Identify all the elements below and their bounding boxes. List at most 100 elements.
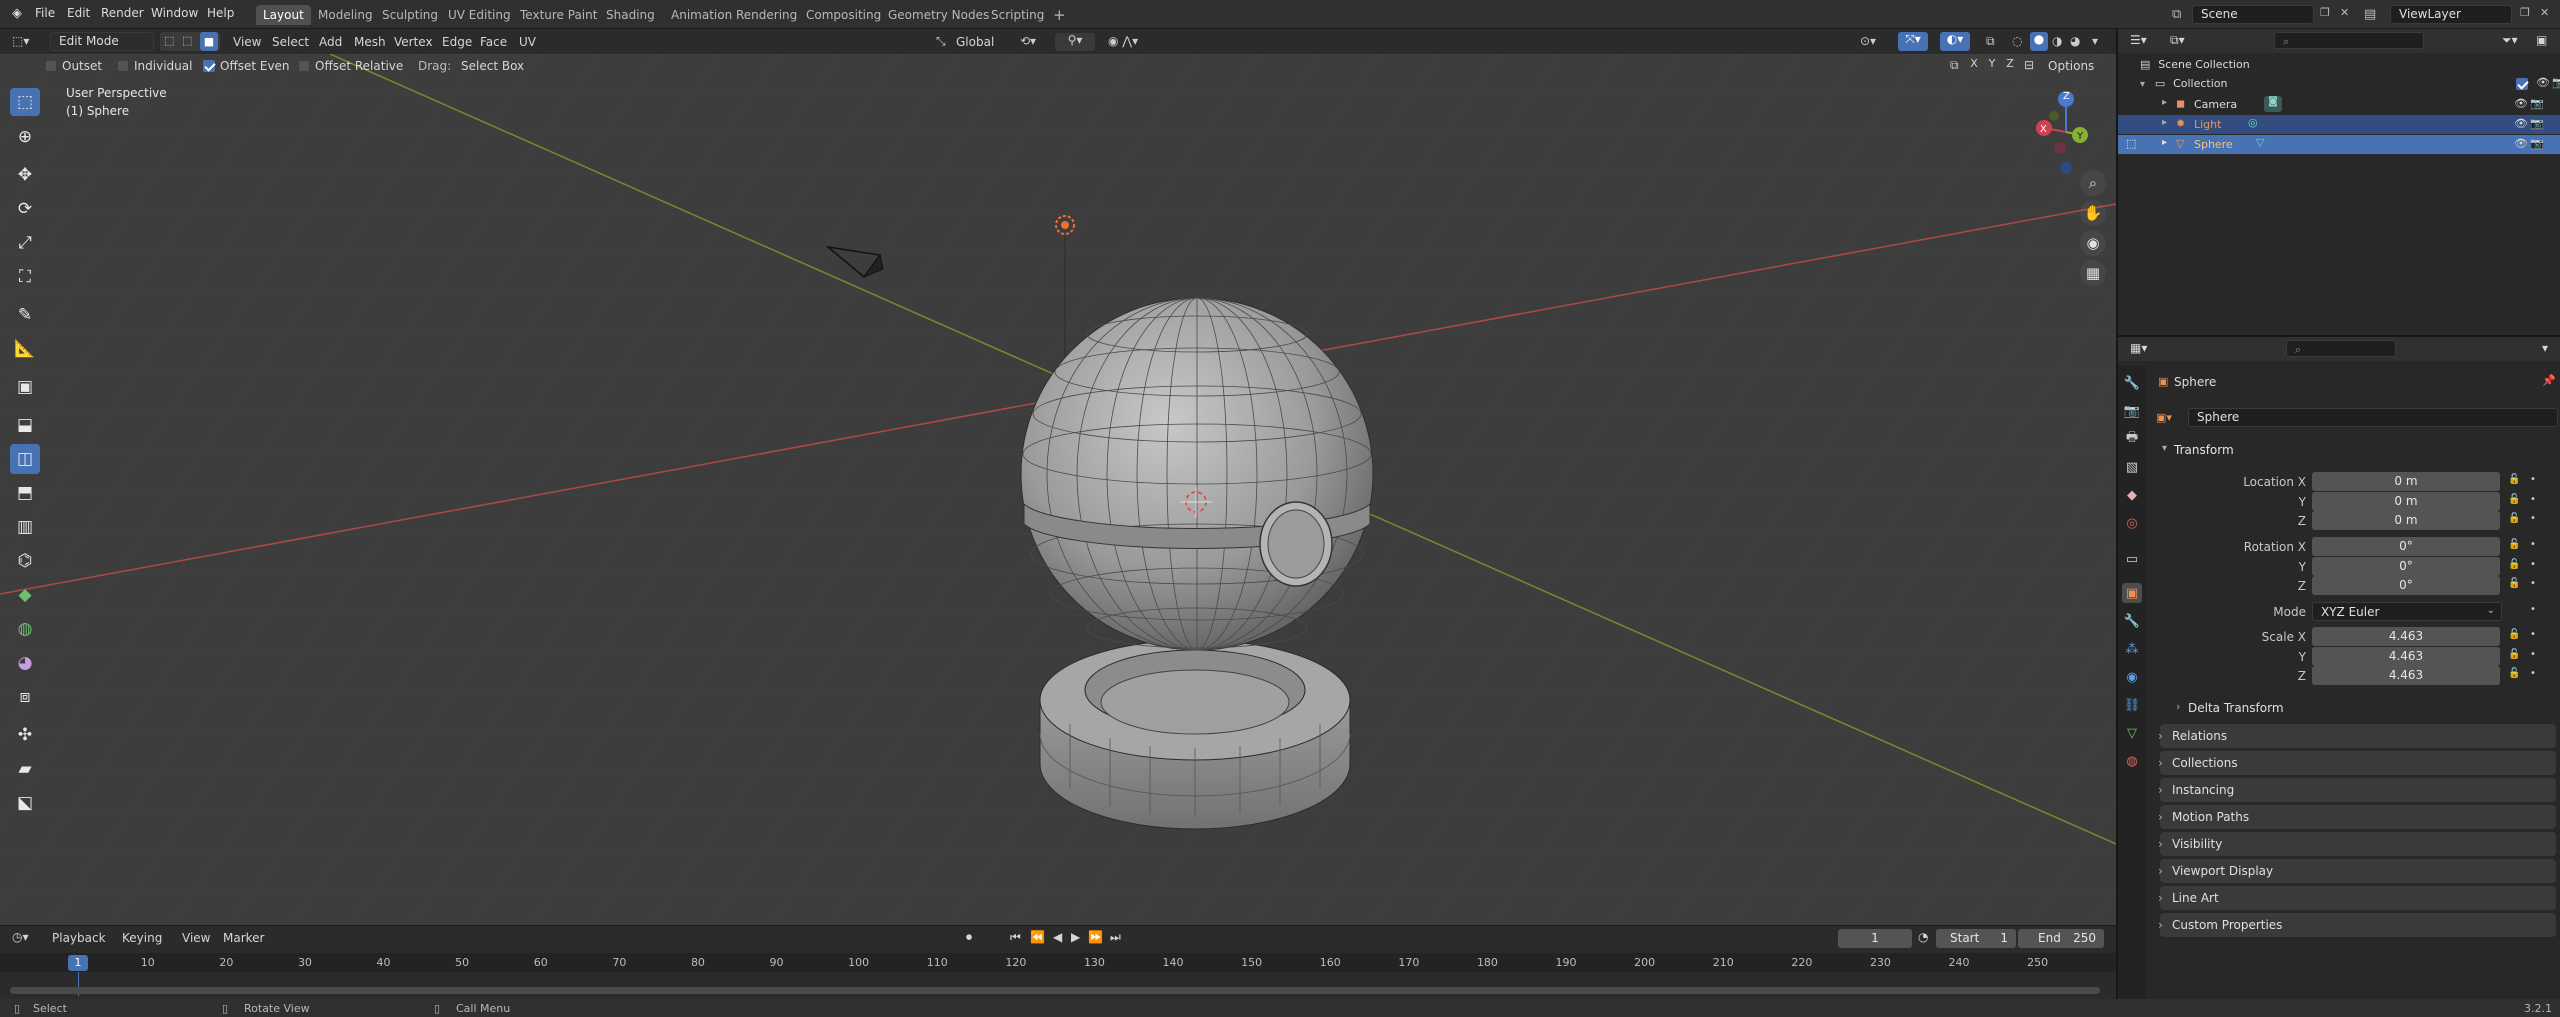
workspace-tab-animation[interactable]: Animation <box>664 5 739 25</box>
menu-help[interactable]: Help <box>207 6 234 20</box>
lock-icon[interactable]: 🔓 <box>2508 668 2520 679</box>
workspace-tab-rendering[interactable]: Rendering <box>729 5 804 25</box>
select-box-tool-icon[interactable]: ⬚ <box>10 88 40 116</box>
extrude-tool-icon[interactable]: ⬓ <box>10 410 40 440</box>
lock-icon[interactable]: 🔓 <box>2508 649 2520 660</box>
panel-custom-properties[interactable]: Custom Properties <box>2158 913 2556 937</box>
keyframe-dot-icon[interactable]: • <box>2530 649 2536 660</box>
workspace-tab-sculpting[interactable]: Sculpting <box>375 5 445 25</box>
camera-data-icon[interactable]: ◙ <box>2264 96 2282 112</box>
keyframe-dot-icon[interactable]: • <box>2530 559 2536 570</box>
outliner-search-input[interactable]: ⌕ <box>2274 32 2424 49</box>
keyframe-dot-icon[interactable]: • <box>2530 494 2536 505</box>
menu-view[interactable]: View <box>233 35 261 49</box>
scene-icon[interactable]: ⧉ <box>2172 7 2181 22</box>
spin-tool-icon[interactable]: ◍ <box>10 614 40 644</box>
annotate-tool-icon[interactable]: ✎ <box>10 300 40 330</box>
keyframe-dot-icon[interactable]: • <box>2530 513 2536 524</box>
scene-tab-icon[interactable]: ◆ <box>2122 485 2142 505</box>
timeline-menu-marker[interactable]: Marker <box>223 931 264 945</box>
constraints-tab-icon[interactable]: ⛓ <box>2122 695 2142 715</box>
collection-visibility-icon[interactable]: 👁 <box>2536 76 2550 89</box>
camera-view-icon[interactable]: ◉ <box>2080 230 2106 256</box>
lock-icon[interactable]: 🔓 <box>2508 513 2520 524</box>
play-reverse-icon[interactable]: ◀ <box>1053 930 1062 944</box>
knife-tool-icon[interactable]: ⌬ <box>10 546 40 576</box>
view-layer-tab-icon[interactable]: ▧ <box>2122 457 2142 477</box>
smooth-tool-icon[interactable]: ◕ <box>10 648 40 678</box>
lock-icon[interactable]: 🔓 <box>2508 474 2520 485</box>
menu-face[interactable]: Face <box>480 35 507 49</box>
edit-mode-icon[interactable]: ⬚ <box>2126 137 2136 150</box>
options-menu[interactable]: Options <box>2048 59 2094 73</box>
menu-select[interactable]: Select <box>272 35 309 49</box>
close-view-layer-icon[interactable]: ✕ <box>2540 6 2549 19</box>
camera-visibility-icon[interactable]: 👁 <box>2514 97 2528 110</box>
modifier-tab-icon[interactable]: 🔧 <box>2122 611 2142 631</box>
collection-enabled-checkbox[interactable] <box>2516 78 2528 90</box>
collection-tab-icon[interactable]: ▭ <box>2122 549 2142 569</box>
keyframe-dot-icon[interactable]: • <box>2530 629 2536 640</box>
pan-hand-icon[interactable]: ✋ <box>2080 200 2106 226</box>
transform-tool-icon[interactable]: ⛶ <box>10 262 40 292</box>
collection-expand-icon[interactable]: ▾ <box>2140 79 2145 90</box>
panel-line-art[interactable]: Line Art <box>2158 886 2556 910</box>
prev-keyframe-icon[interactable]: ⏪ <box>1030 930 1045 944</box>
light-render-icon[interactable]: 📷 <box>2530 117 2544 130</box>
workspace-tab-scripting[interactable]: Scripting <box>984 5 1051 25</box>
menu-window[interactable]: Window <box>151 6 198 20</box>
rotation-mode-dropdown[interactable]: XYZ Euler ⌄ <box>2312 602 2502 621</box>
expand-sphere-icon[interactable]: ▸ <box>2162 137 2167 148</box>
lock-icon[interactable]: 🔓 <box>2508 539 2520 550</box>
menu-render[interactable]: Render <box>101 6 144 20</box>
end-frame-field[interactable]: End 250 <box>2018 929 2104 948</box>
workspace-tab-layout[interactable]: Layout <box>256 5 311 25</box>
shear-tool-icon[interactable]: ▰ <box>10 754 40 784</box>
pin-icon[interactable]: 📌 <box>2542 374 2556 387</box>
workspace-tab-uv-editing[interactable]: UV Editing <box>441 5 518 25</box>
workspace-tab-texture-paint[interactable]: Texture Paint <box>513 5 604 25</box>
workspace-tab-modeling[interactable]: Modeling <box>311 5 380 25</box>
keyframe-dot-icon[interactable]: • <box>2530 668 2536 679</box>
menu-edge[interactable]: Edge <box>442 35 472 49</box>
bevel-tool-icon[interactable]: ⬒ <box>10 478 40 508</box>
zoom-icon[interactable]: ⌕ <box>2080 170 2106 196</box>
shading-options-icon[interactable]: ▾ <box>2092 34 2098 48</box>
offset-even-checkbox[interactable] <box>203 60 215 72</box>
jump-end-icon[interactable]: ⏭ <box>1110 930 1121 945</box>
edge-slide-tool-icon[interactable]: ⧈ <box>10 682 40 712</box>
gizmo-toggle-icon[interactable]: ⤧▾ <box>1898 32 1928 51</box>
panel-collections[interactable]: Collections <box>2158 751 2556 775</box>
keyframe-dot-icon[interactable]: • <box>2530 578 2536 589</box>
expand-camera-icon[interactable]: ▸ <box>2162 97 2167 108</box>
individual-checkbox[interactable] <box>117 60 129 72</box>
tool-tab-icon[interactable]: 🔧 <box>2122 373 2142 393</box>
outliner-editor-type-icon[interactable]: ☰▾ <box>2130 33 2147 47</box>
location-x-field[interactable]: 0 m <box>2312 472 2500 491</box>
lock-icon[interactable]: 🔓 <box>2508 559 2520 570</box>
properties-editor-type-icon[interactable]: ▦▾ <box>2130 341 2147 355</box>
workspace-tab-shading[interactable]: Shading <box>599 5 662 25</box>
keyframe-dot-icon[interactable]: • <box>2530 604 2536 615</box>
light-visibility-icon[interactable]: 👁 <box>2514 117 2528 130</box>
output-tab-icon[interactable]: 🖶 <box>2122 429 2142 449</box>
close-scene-icon[interactable]: ✕ <box>2340 6 2349 19</box>
lock-icon[interactable]: 🔓 <box>2508 494 2520 505</box>
record-icon[interactable]: ⏺ <box>966 930 972 945</box>
vertex-select-icon[interactable]: ⬚ <box>164 34 180 49</box>
scale-z-field[interactable]: 4.463 <box>2312 666 2500 685</box>
loop-cut-tool-icon[interactable]: ▥ <box>10 512 40 542</box>
copy-view-layer-icon[interactable]: ❐ <box>2520 6 2530 19</box>
location-z-field[interactable]: 0 m <box>2312 511 2500 530</box>
material-shading-icon[interactable]: ◑ <box>2052 34 2062 48</box>
view-layer-selector[interactable]: ViewLayer <box>2390 5 2512 24</box>
wireframe-shading-icon[interactable]: ◌ <box>2012 34 2022 48</box>
cursor-tool-icon[interactable]: ⊕ <box>10 122 40 152</box>
panel-visibility[interactable]: Visibility <box>2158 832 2556 856</box>
panel-motion-paths[interactable]: Motion Paths <box>2158 805 2556 829</box>
blender-logo-icon[interactable]: ◈ <box>12 6 22 21</box>
shrink-fatten-tool-icon[interactable]: ✣ <box>10 720 40 750</box>
properties-options-icon[interactable]: ▾ <box>2542 341 2548 355</box>
world-tab-icon[interactable]: ◎ <box>2122 513 2142 533</box>
inset-faces-tool-icon[interactable]: ◫ <box>10 444 40 474</box>
